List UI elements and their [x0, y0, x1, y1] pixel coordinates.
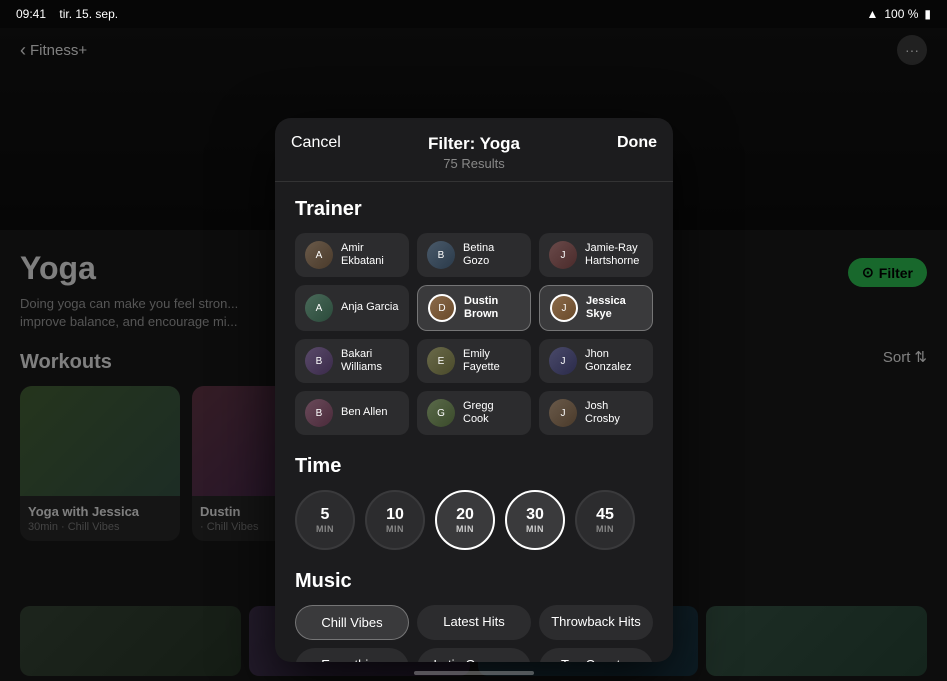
status-bar: 09:41 tir. 15. sep. ▲ 100 % ▮ — [0, 0, 947, 28]
trainer-grid: A Amir Ekbatani B Betina Gozo J Jamie-Ray Har… — [295, 233, 653, 435]
battery-icon: ▮ — [924, 7, 931, 21]
music-item[interactable]: Latin Grooves — [417, 648, 531, 662]
trainer-avatar: B — [305, 399, 333, 427]
status-date: tir. 15. sep. — [59, 7, 118, 21]
trainer-name: Emily Fayette — [463, 348, 521, 374]
time-number: 5 — [321, 506, 330, 524]
trainer-name: Josh Crosby — [585, 400, 643, 426]
trainer-item[interactable]: E Emily Fayette — [417, 339, 531, 383]
time-label: MIN — [596, 524, 614, 534]
time-number: 45 — [596, 506, 614, 524]
trainer-item[interactable]: J Josh Crosby — [539, 391, 653, 435]
music-section: Music Chill VibesLatest HitsThrowback Hi… — [295, 570, 653, 662]
modal-title: Filter: Yoga — [295, 134, 653, 154]
time-option[interactable]: 5MIN — [295, 490, 355, 550]
done-button[interactable]: Done — [617, 134, 657, 152]
trainer-item[interactable]: A Amir Ekbatani — [295, 233, 409, 277]
modal-header: Cancel Filter: Yoga 75 Results Done — [275, 118, 673, 182]
trainer-item[interactable]: B Betina Gozo — [417, 233, 531, 277]
time-number: 30 — [526, 506, 544, 524]
trainer-name: Anja Garcia — [341, 301, 398, 314]
modal-body: Trainer A Amir Ekbatani B Betina Gozo J Jamie… — [275, 182, 673, 662]
time-options: 5MIN10MIN20MIN30MIN45MIN — [295, 490, 653, 550]
trainer-name: Dustin Brown — [464, 295, 520, 321]
trainer-avatar: A — [305, 294, 333, 322]
cancel-button[interactable]: Cancel — [291, 134, 341, 152]
trainer-item[interactable]: D Dustin Brown — [417, 285, 531, 331]
trainer-name: Bakari Williams — [341, 348, 399, 374]
music-item[interactable]: Throwback Hits — [539, 605, 653, 640]
music-item[interactable]: Chill Vibes — [295, 605, 409, 640]
trainer-avatar: J — [549, 347, 577, 375]
trainer-name: Jessica Skye — [586, 295, 642, 321]
time-option[interactable]: 30MIN — [505, 490, 565, 550]
trainer-avatar: J — [549, 241, 577, 269]
time-number: 20 — [456, 506, 474, 524]
time-label: MIN — [386, 524, 404, 534]
modal-subtitle: 75 Results — [295, 156, 653, 171]
trainer-name: Jamie-Ray Hartshorne — [585, 242, 643, 268]
time-label: MIN — [526, 524, 544, 534]
music-grid: Chill VibesLatest HitsThrowback Hits Ever… — [295, 605, 653, 662]
trainer-name: Ben Allen — [341, 406, 387, 419]
music-item[interactable]: Everything Rock — [295, 648, 409, 662]
time-section-title: Time — [295, 455, 653, 478]
trainer-avatar: E — [427, 347, 455, 375]
trainer-name: Jhon Gonzalez — [585, 348, 643, 374]
trainer-avatar: A — [305, 241, 333, 269]
trainer-name: Gregg Cook — [463, 400, 521, 426]
time-section: Time 5MIN10MIN20MIN30MIN45MIN — [295, 455, 653, 550]
trainer-name: Amir Ekbatani — [341, 242, 399, 268]
trainer-avatar: B — [427, 241, 455, 269]
trainer-avatar: J — [549, 399, 577, 427]
wifi-icon: ▲ — [866, 7, 878, 21]
filter-modal: Cancel Filter: Yoga 75 Results Done Trai… — [275, 118, 673, 662]
status-time-date: 09:41 tir. 15. sep. — [16, 7, 118, 21]
music-section-title: Music — [295, 570, 653, 593]
time-option[interactable]: 10MIN — [365, 490, 425, 550]
trainer-item[interactable]: B Bakari Williams — [295, 339, 409, 383]
music-item[interactable]: Top Country — [539, 648, 653, 662]
trainer-item[interactable]: A Anja Garcia — [295, 285, 409, 331]
trainer-section-title: Trainer — [295, 198, 653, 221]
time-label: MIN — [316, 524, 334, 534]
trainer-item[interactable]: J Jessica Skye — [539, 285, 653, 331]
trainer-item[interactable]: B Ben Allen — [295, 391, 409, 435]
trainer-avatar: J — [550, 294, 578, 322]
status-time: 09:41 — [16, 7, 46, 21]
time-option[interactable]: 20MIN — [435, 490, 495, 550]
time-number: 10 — [386, 506, 404, 524]
trainer-avatar: D — [428, 294, 456, 322]
music-item[interactable]: Latest Hits — [417, 605, 531, 640]
trainer-avatar: B — [305, 347, 333, 375]
trainer-item[interactable]: J Jhon Gonzalez — [539, 339, 653, 383]
trainer-item[interactable]: G Gregg Cook — [417, 391, 531, 435]
trainer-name: Betina Gozo — [463, 242, 521, 268]
time-option[interactable]: 45MIN — [575, 490, 635, 550]
trainer-item[interactable]: J Jamie-Ray Hartshorne — [539, 233, 653, 277]
trainer-avatar: G — [427, 399, 455, 427]
time-label: MIN — [456, 524, 474, 534]
home-indicator — [414, 671, 534, 675]
battery-label: 100 % — [884, 7, 918, 21]
status-icons: ▲ 100 % ▮ — [866, 7, 931, 21]
